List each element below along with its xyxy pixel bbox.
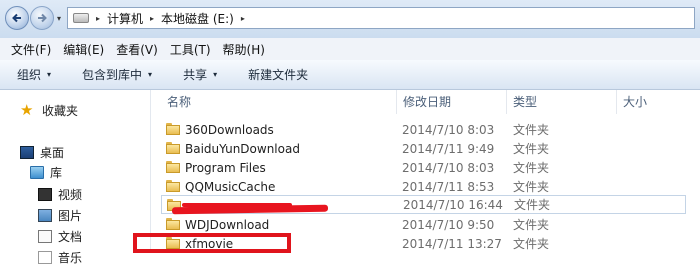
breadcrumb-separator[interactable]: ▸ [241, 14, 245, 23]
chevron-down-icon: ▾ [213, 70, 218, 79]
picture-icon [38, 209, 52, 222]
column-header-name[interactable]: 名称 [161, 90, 391, 114]
file-date: 2014/7/11 13:27 [402, 236, 502, 251]
share-button[interactable]: 共享 ▾ [166, 66, 231, 83]
menu-tools[interactable]: 工具(T) [164, 41, 217, 58]
file-date: 2014/7/11 8:53 [402, 179, 495, 194]
file-date: 2014/7/10 8:03 [402, 122, 495, 137]
file-row[interactable]: QQMusicCache 2014/7/11 8:53 文件夹 [151, 177, 686, 196]
nav-videos[interactable]: 视频 [38, 186, 82, 203]
highlight-box [133, 233, 291, 253]
folder-icon [166, 218, 180, 230]
share-label: 共享 [183, 68, 208, 82]
file-row[interactable]: 360Downloads 2014/7/10 8:03 文件夹 [151, 120, 686, 139]
file-date: 2014/7/10 9:50 [402, 217, 495, 232]
nav-documents[interactable]: 文档 [38, 228, 82, 245]
new-folder-label: 新建文件夹 [248, 68, 309, 82]
file-type: 文件夹 [513, 180, 550, 194]
file-type: 文件夹 [513, 161, 550, 175]
column-header-size[interactable]: 大小 [616, 90, 696, 114]
organize-button[interactable]: 组织 ▾ [0, 66, 65, 83]
nav-pictures[interactable]: 图片 [38, 207, 82, 224]
menu-bar: 文件(F) 编辑(E) 查看(V) 工具(T) 帮助(H) [0, 38, 700, 60]
menu-help[interactable]: 帮助(H) [217, 41, 271, 58]
back-arrow-icon [12, 13, 21, 23]
address-bar[interactable]: ▸ 计算机 ▸ 本地磁盘 (E:) ▸ [67, 7, 695, 29]
menu-file[interactable]: 文件(F) [5, 41, 57, 58]
folder-icon [166, 123, 180, 135]
file-type: 文件夹 [513, 218, 550, 232]
file-date: 2014/7/11 9:49 [402, 141, 495, 156]
chevron-down-icon: ▾ [47, 70, 52, 79]
column-header-type[interactable]: 类型 [506, 90, 616, 114]
breadcrumb-separator[interactable]: ▸ [150, 14, 154, 23]
file-type: 文件夹 [513, 123, 550, 137]
navigation-pane: ★ 收藏夹 桌面 库 视频 图片 文档 音乐 [0, 90, 150, 265]
file-type: 文件夹 [513, 142, 550, 156]
forward-button[interactable] [30, 6, 54, 30]
desktop-icon [20, 146, 34, 159]
document-icon [38, 230, 52, 243]
command-bar: 组织 ▾ 包含到库中 ▾ 共享 ▾ 新建文件夹 [0, 60, 700, 90]
organize-label: 组织 [17, 68, 42, 82]
include-in-library-button[interactable]: 包含到库中 ▾ [65, 66, 166, 83]
file-name: BaiduYunDownload [185, 141, 300, 156]
library-icon [30, 166, 44, 179]
recent-pages-caret[interactable]: ▾ [57, 14, 61, 23]
folder-icon [166, 142, 180, 154]
back-button[interactable] [5, 6, 29, 30]
nav-favorites[interactable]: ★ 收藏夹 [20, 102, 78, 119]
file-name: Program Files [185, 160, 266, 175]
file-date: 2014/7/10 16:44 [403, 197, 503, 212]
star-icon: ★ [20, 101, 34, 119]
file-name: QQMusicCache [185, 179, 276, 194]
nav-favorites-label: 收藏夹 [42, 104, 79, 118]
drive-icon [73, 13, 89, 23]
file-date: 2014/7/10 8:03 [402, 160, 495, 175]
nav-pictures-label: 图片 [58, 209, 83, 223]
file-row[interactable]: BaiduYunDownload 2014/7/11 9:49 文件夹 [151, 139, 686, 158]
file-name: WDJDownload [185, 217, 270, 232]
menu-view[interactable]: 查看(V) [110, 41, 164, 58]
nav-music-label: 音乐 [58, 251, 83, 265]
folder-icon [166, 180, 180, 192]
new-folder-button[interactable]: 新建文件夹 [231, 66, 322, 83]
include-in-library-label: 包含到库中 [82, 68, 143, 82]
file-name: 360Downloads [185, 122, 274, 137]
breadcrumb-separator[interactable]: ▸ [96, 14, 100, 23]
file-type: 文件夹 [514, 198, 551, 212]
nav-videos-label: 视频 [58, 188, 83, 202]
address-region: ▾ ▸ 计算机 ▸ 本地磁盘 (E:) ▸ [0, 0, 700, 38]
menu-edit[interactable]: 编辑(E) [57, 41, 110, 58]
file-row[interactable]: Program Files 2014/7/10 8:03 文件夹 [151, 158, 686, 177]
video-icon [38, 188, 52, 201]
file-row[interactable]: WDJDownload 2014/7/10 9:50 文件夹 [151, 215, 686, 234]
chevron-down-icon: ▾ [148, 70, 153, 79]
column-header-date[interactable]: 修改日期 [396, 90, 506, 114]
file-type: 文件夹 [513, 237, 550, 251]
breadcrumb-drive-e[interactable]: 本地磁盘 (E:) [161, 10, 234, 27]
nav-desktop[interactable]: 桌面 [20, 144, 64, 161]
nav-music[interactable]: 音乐 [38, 249, 82, 266]
folder-icon [166, 161, 180, 173]
nav-libraries[interactable]: 库 [30, 164, 62, 181]
nav-desktop-label: 桌面 [40, 146, 65, 160]
breadcrumb-computer[interactable]: 计算机 [107, 10, 143, 27]
forward-arrow-icon [38, 13, 47, 23]
nav-libraries-label: 库 [50, 166, 63, 180]
nav-documents-label: 文档 [58, 230, 83, 244]
column-headers: 名称 修改日期 类型 大小 [151, 90, 700, 114]
